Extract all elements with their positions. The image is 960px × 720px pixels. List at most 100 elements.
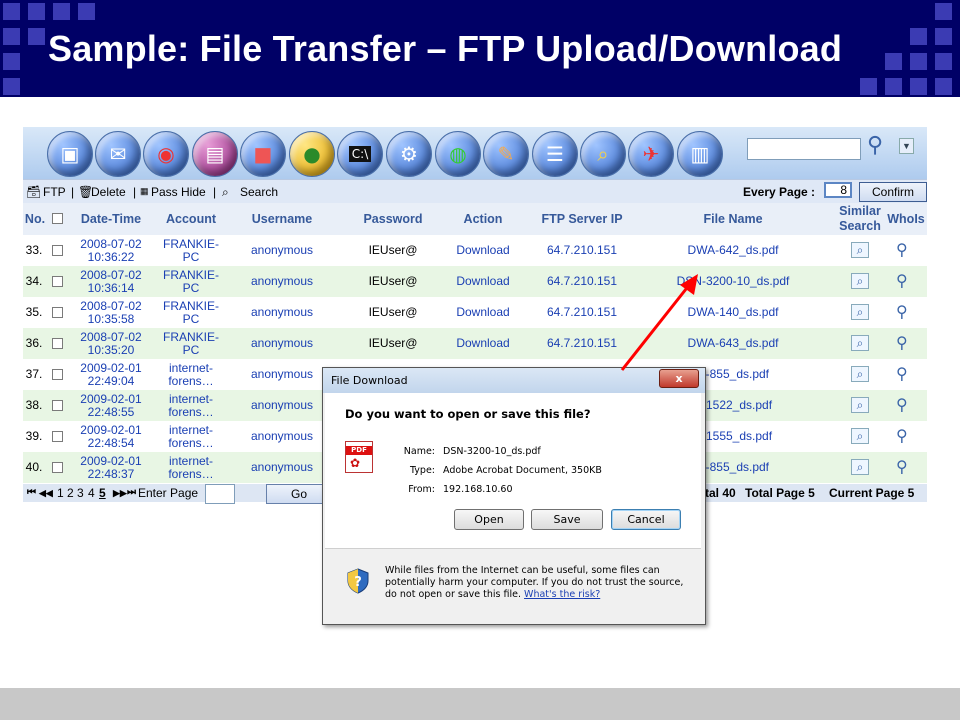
row-checkbox[interactable] [52,307,63,318]
row-checkbox[interactable] [52,369,63,380]
table-row[interactable]: 34. 2008-07-02 10:36:14 FRANKIE- PC anonymous… [23,266,927,297]
row-time: 10:35:20 [87,343,135,357]
open-button[interactable]: Open [454,509,524,530]
gift-icon[interactable]: ■ [240,131,286,177]
page-link[interactable]: 3 [77,486,84,500]
cancel-button[interactable]: Cancel [611,509,681,530]
whois-icon[interactable]: ⚲ [896,457,908,476]
name-label: Name: [403,446,435,457]
current-page-indicator: Current Page 5 [829,486,915,500]
pdf-badge: PDF [346,446,372,455]
row-username: anonymous [250,398,314,412]
every-page-input[interactable]: 8 [824,182,852,198]
row-file-name[interactable]: DWA-643_ds.pdf [663,337,803,350]
pass-hide-command[interactable]: Pass Hide [151,185,206,199]
window-icon[interactable]: ▤ [192,131,238,177]
bar-chart-icon[interactable]: ▥ [677,131,723,177]
globe-icon[interactable]: ● [289,131,335,177]
chat-lips-icon[interactable]: ◉ [143,131,189,177]
row-checkbox[interactable] [52,462,63,473]
row-username: anonymous [250,336,314,350]
col-no: No. [24,212,46,226]
row-number: 37. [25,367,43,381]
whois-icon[interactable]: ⚲ [896,271,908,290]
table-row[interactable]: 35. 2008-07-02 10:35:58 FRANKIE- PC anonymous… [23,297,927,328]
close-button[interactable]: x [659,369,699,388]
row-password: IEUser@ [368,336,418,350]
ftp-command[interactable]: FTP [43,185,66,199]
search-small-icon: ⌕ [222,185,229,199]
whois-icon[interactable]: ⚲ [896,364,908,383]
notes-icon[interactable]: ☰ [532,131,578,177]
page-link[interactable]: 4 [88,486,95,500]
row-username: anonymous [250,274,314,288]
table-row[interactable]: 33. 2008-07-02 10:36:22 FRANKIE- PC anonymous… [23,235,927,266]
save-button[interactable]: Save [531,509,603,530]
row-server-ip: 64.7.210.151 [546,305,618,319]
page-link[interactable]: 1 [57,486,64,500]
from-value: 192.168.10.60 [443,484,513,495]
chevron-down-icon[interactable]: ▼ [899,138,914,154]
tools-icon[interactable]: ✎ [483,131,529,177]
row-checkbox[interactable] [52,400,63,411]
prev-page-icon[interactable]: ◀◀ [39,488,53,499]
row-account-suffix: PC [182,281,200,295]
row-number: 38. [25,398,43,412]
page-link[interactable]: 2 [67,486,74,500]
similar-search-icon[interactable]: ⌕ [851,335,869,351]
next-page-icon[interactable]: ▶▶ [113,488,127,499]
row-file-name[interactable]: DSN-3200-10_ds.pdf [663,275,803,288]
col-similar-search: Search [839,219,881,233]
row-action[interactable]: Download [443,275,523,288]
decor-square [910,53,927,70]
similar-search-icon[interactable]: ⌕ [851,242,869,258]
network-icon[interactable]: ◍ [435,131,481,177]
similar-search-icon[interactable]: ⌕ [851,366,869,382]
search-command[interactable]: Search [240,185,278,199]
row-action[interactable]: Download [443,337,523,350]
row-password: IEUser@ [368,305,418,319]
slide-footer [0,688,960,720]
gear-icon[interactable]: ⚙ [386,131,432,177]
whois-icon[interactable]: ⚲ [896,240,908,259]
row-action[interactable]: Download [443,306,523,319]
row-checkbox[interactable] [52,431,63,442]
row-checkbox[interactable] [52,245,63,256]
whois-icon[interactable]: ⚲ [896,426,908,445]
similar-search-icon[interactable]: ⌕ [851,304,869,320]
select-all-checkbox[interactable] [52,213,63,224]
decor-square [3,28,20,45]
enter-page-input[interactable] [205,484,235,504]
share-icon[interactable]: ✈ [628,131,674,177]
row-action[interactable]: Download [443,244,523,257]
row-file-name[interactable]: DWA-642_ds.pdf [663,244,803,257]
similar-search-icon[interactable]: ⌕ [851,459,869,475]
col-whois: WhoIs [887,212,925,226]
risk-link[interactable]: What's the risk? [524,589,600,600]
search-document-icon[interactable]: ⌕ [580,131,626,177]
last-page-icon[interactable]: ⏭ [127,487,136,498]
decor-square [935,78,952,95]
row-file-name[interactable]: DWA-140_ds.pdf [663,306,803,319]
confirm-button[interactable]: Confirm [859,182,927,202]
command-prompt-icon[interactable]: C:\ [337,131,383,177]
row-checkbox[interactable] [52,276,63,287]
mail-icon[interactable]: ✉ [95,131,141,177]
table-row[interactable]: 36. 2008-07-02 10:35:20 FRANKIE- PC anonymous… [23,328,927,359]
search-icon[interactable]: ⚲ [867,133,883,158]
similar-search-icon[interactable]: ⌕ [851,428,869,444]
similar-search-icon[interactable]: ⌕ [851,397,869,413]
first-page-icon[interactable]: ⏮ [27,487,36,498]
row-checkbox[interactable] [52,338,63,349]
whois-icon[interactable]: ⚲ [896,395,908,414]
toolbar-search-input[interactable] [747,138,861,160]
whois-icon[interactable]: ⚲ [896,302,908,321]
decor-square [3,78,20,95]
computer-icon[interactable]: ▣ [47,131,93,177]
decor-square [935,28,952,45]
delete-command[interactable]: Delete [91,185,126,199]
row-password: IEUser@ [368,243,418,257]
whois-icon[interactable]: ⚲ [896,333,908,352]
current-page-link[interactable]: 5 [99,486,106,500]
similar-search-icon[interactable]: ⌕ [851,273,869,289]
